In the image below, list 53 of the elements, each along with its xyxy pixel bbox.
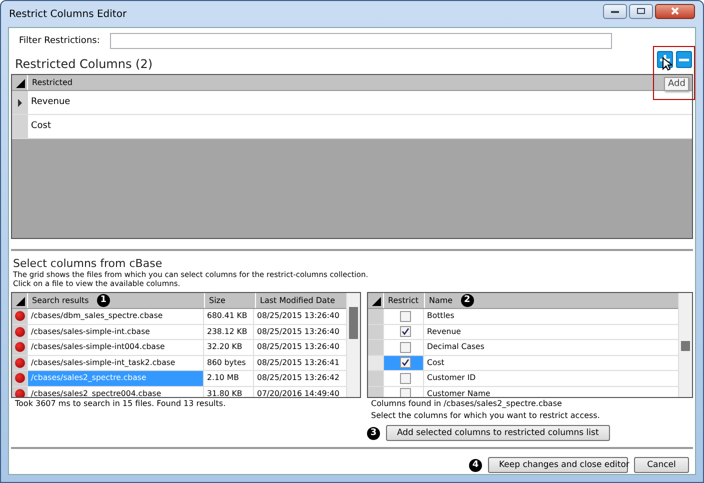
info-text: Select the columns for which you want to restrict access.	[370, 410, 601, 422]
window-title: Restrict Columns Editor	[9, 8, 127, 20]
cancel-button[interactable]: Cancel	[634, 457, 689, 473]
checkbox[interactable]	[400, 388, 410, 397]
table-cell-text: Revenue	[30, 96, 72, 109]
filter-input[interactable]	[110, 33, 612, 49]
minimize-button[interactable]	[603, 4, 627, 18]
remove-button[interactable]	[676, 51, 692, 68]
close-button[interactable]	[655, 4, 695, 18]
status-text: Took 3607 ms to search in 15 files. Found 13 results.	[14, 398, 227, 410]
tooltip: Add	[664, 77, 690, 91]
row-header[interactable]	[12, 371, 27, 386]
checkbox[interactable]	[400, 342, 410, 353]
scrollbar[interactable]	[346, 293, 360, 397]
scrollbar[interactable]	[678, 293, 692, 397]
close-icon	[670, 7, 680, 15]
column-header: Restrict	[383, 293, 424, 308]
status-dot-icon	[14, 358, 24, 368]
column-header: Size	[204, 293, 255, 308]
checkbox[interactable]	[400, 310, 410, 322]
status-dot-icon	[14, 311, 24, 322]
add-columns-button[interactable]: Add selected columns to restricted columns list	[386, 425, 610, 441]
step-badge: 3	[367, 426, 380, 440]
cursor-icon	[662, 57, 672, 71]
row-header[interactable]	[12, 324, 27, 339]
column-header: Name	[429, 295, 453, 307]
minimize-icon	[610, 8, 620, 14]
section-title: Restricted Columns (2)	[15, 57, 153, 71]
checkbox[interactable]	[400, 326, 410, 338]
row-header[interactable]	[12, 356, 27, 370]
maximize-button[interactable]	[629, 4, 653, 18]
row-header[interactable]	[12, 340, 27, 354]
status-dot-icon	[14, 373, 24, 384]
row-header[interactable]	[12, 309, 27, 324]
maximize-icon	[636, 7, 646, 15]
keep-changes-button[interactable]: Keep changes and close editor	[488, 457, 628, 473]
step-badge: 4	[469, 458, 482, 472]
column-header: Restricted	[27, 75, 72, 90]
info-text: Columns found in /cbases/sales2_spectre.cbase	[370, 398, 563, 410]
status-dot-icon	[14, 342, 24, 352]
column-header: Search results	[32, 295, 89, 307]
filter-label: Filter Restrictions:	[19, 36, 100, 46]
table-cell-text: Cost	[30, 120, 52, 133]
section-title: Select columns from cBase	[13, 257, 164, 270]
status-dot-icon	[14, 388, 24, 397]
checkbox[interactable]	[400, 372, 410, 384]
row-pointer-icon	[17, 98, 23, 106]
step-badge: 2	[460, 294, 474, 307]
checkbox[interactable]	[400, 357, 410, 368]
row-header[interactable]	[12, 386, 27, 397]
status-dot-icon	[14, 326, 24, 337]
row-selector[interactable]	[12, 91, 28, 114]
step-badge: 1	[96, 294, 110, 307]
